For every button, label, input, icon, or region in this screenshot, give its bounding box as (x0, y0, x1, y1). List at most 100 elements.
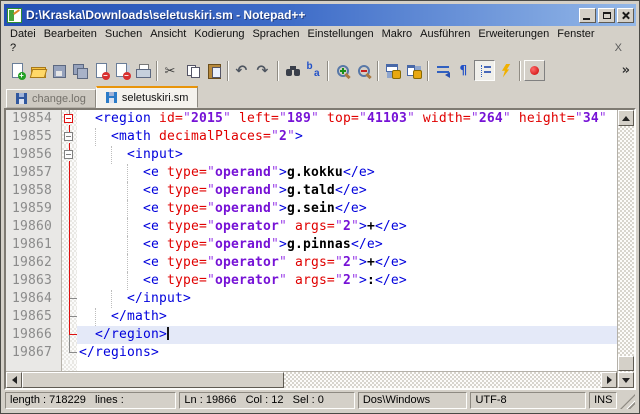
menu-item-einstellungen[interactable]: Einstellungen (304, 28, 378, 40)
horizontal-scroll-thumb[interactable] (22, 372, 284, 388)
menu-item-bearbeiten[interactable]: Bearbeiten (40, 28, 101, 40)
fold-margin[interactable] (62, 200, 77, 218)
code-text[interactable]: </region> (77, 326, 617, 344)
copy-button[interactable] (182, 60, 203, 81)
scroll-left-button[interactable] (6, 372, 22, 388)
indent-guide-button[interactable] (474, 60, 495, 81)
code-line[interactable]: 19867</regions> (6, 344, 617, 362)
code-line[interactable]: 19865 </math> (6, 308, 617, 326)
horizontal-scrollbar[interactable] (6, 371, 617, 388)
code-line[interactable]: 19862 <e type="operator" args="2">+</e> (6, 254, 617, 272)
code-text[interactable]: <math decimalPlaces="2"> (77, 128, 617, 146)
menu-item-help[interactable]: ? (6, 42, 20, 54)
code-text[interactable]: <region id="2015" left="189" top="41103"… (77, 110, 617, 128)
menu-item-erweiterungen[interactable]: Erweiterungen (474, 28, 553, 40)
print-button[interactable] (132, 60, 153, 81)
fold-margin[interactable] (62, 164, 77, 182)
code-line[interactable]: 19854 <region id="2015" left="189" top="… (6, 110, 617, 128)
code-text[interactable]: <e type="operator" args="2">:</e> (77, 272, 617, 290)
replace-button[interactable] (303, 60, 324, 81)
fold-margin[interactable] (62, 290, 77, 308)
code-text[interactable]: <e type="operand">g.sein</e> (77, 200, 617, 218)
fold-margin[interactable] (62, 344, 77, 362)
fold-margin[interactable] (62, 326, 77, 344)
menu-item-suchen[interactable]: Suchen (101, 28, 146, 40)
horizontal-scroll-track[interactable] (284, 372, 601, 388)
maximize-button[interactable] (598, 8, 615, 23)
menu-item-fenster[interactable]: Fenster (553, 28, 598, 40)
zoom-in-button[interactable] (332, 60, 353, 81)
word-wrap-button[interactable] (432, 60, 453, 81)
tab-seletuskiri-sm[interactable]: seletuskiri.sm (96, 86, 199, 108)
sync-vertical-button[interactable] (382, 60, 403, 81)
vertical-scroll-track[interactable] (618, 126, 634, 372)
code-line[interactable]: 19863 <e type="operator" args="2">:</e> (6, 272, 617, 290)
status-insert-mode: INS (589, 392, 617, 409)
code-text[interactable]: </math> (77, 308, 617, 326)
tab-bar: change.logseletuskiri.sm (4, 86, 636, 108)
cut-button[interactable] (161, 60, 182, 81)
code-text[interactable]: <e type="operand">g.tald</e> (77, 182, 617, 200)
menubar-close-icon[interactable]: X (615, 42, 634, 54)
code-line[interactable]: 19855 <math decimalPlaces="2"> (6, 128, 617, 146)
resize-grip-icon[interactable] (620, 394, 635, 409)
vertical-scroll-thumb[interactable] (618, 356, 634, 371)
macro-record-button[interactable] (524, 60, 545, 81)
code-text[interactable]: <input> (77, 146, 617, 164)
code-text[interactable]: <e type="operator" args="2">+</e> (77, 218, 617, 236)
code-line[interactable]: 19857 <e type="operand">g.kokku</e> (6, 164, 617, 182)
save-all-button[interactable] (69, 60, 90, 81)
menu-item-sprachen[interactable]: Sprachen (248, 28, 303, 40)
code-pane[interactable]: 19854 <region id="2015" left="189" top="… (6, 110, 617, 371)
title-bar[interactable]: D:\Kraska\Downloads\seletuskiri.sm - Not… (4, 4, 636, 26)
function-list-button[interactable] (495, 60, 516, 81)
redo-button[interactable] (253, 60, 274, 81)
menu-item-datei[interactable]: Datei (6, 28, 40, 40)
fold-margin[interactable] (62, 182, 77, 200)
code-text[interactable]: </input> (77, 290, 617, 308)
code-line[interactable]: 19856 <input> (6, 146, 617, 164)
find-button[interactable] (282, 60, 303, 81)
menu-item-kodierung[interactable]: Kodierung (190, 28, 248, 40)
vertical-scrollbar[interactable] (617, 110, 634, 388)
scroll-right-button[interactable] (601, 372, 617, 388)
fold-margin[interactable] (62, 236, 77, 254)
undo-button[interactable] (232, 60, 253, 81)
open-file-button[interactable] (27, 60, 48, 81)
close-all-button[interactable] (111, 60, 132, 81)
code-line[interactable]: 19861 <e type="operand">g.pinnas</e> (6, 236, 617, 254)
fold-margin[interactable] (62, 308, 77, 326)
close-button[interactable] (617, 8, 634, 23)
code-line[interactable]: 19864 </input> (6, 290, 617, 308)
code-text[interactable]: <e type="operand">g.kokku</e> (77, 164, 617, 182)
save-file-button[interactable] (48, 60, 69, 81)
scroll-down-button[interactable] (618, 372, 634, 388)
close-file-button[interactable] (90, 60, 111, 81)
code-line[interactable]: 19858 <e type="operand">g.tald</e> (6, 182, 617, 200)
code-text[interactable]: </regions> (77, 344, 617, 362)
toolbar-overflow-chevron-icon[interactable]: » (622, 64, 632, 77)
fold-margin[interactable] (62, 272, 77, 290)
new-file-button[interactable] (6, 60, 27, 81)
menu-item-ansicht[interactable]: Ansicht (146, 28, 190, 40)
minimize-button[interactable] (579, 8, 596, 23)
code-line[interactable]: 19859 <e type="operand">g.sein</e> (6, 200, 617, 218)
paste-button[interactable] (203, 60, 224, 81)
sync-horizontal-button[interactable] (403, 60, 424, 81)
tab-change-log[interactable]: change.log (6, 89, 96, 108)
fold-margin[interactable] (62, 128, 77, 146)
fold-margin[interactable] (62, 146, 77, 164)
fold-margin[interactable] (62, 218, 77, 236)
show-all-chars-button[interactable] (453, 60, 474, 81)
menu-item-makro[interactable]: Makro (378, 28, 417, 40)
code-line[interactable]: 19866 </region> (6, 326, 617, 344)
code-text[interactable]: <e type="operand">g.pinnas</e> (77, 236, 617, 254)
code-text[interactable]: <e type="operator" args="2">+</e> (77, 254, 617, 272)
menu-item-ausfhren[interactable]: Ausführen (416, 28, 474, 40)
status-encoding: UTF-8 (470, 392, 586, 409)
zoom-out-button[interactable] (353, 60, 374, 81)
fold-margin[interactable] (62, 110, 77, 128)
code-line[interactable]: 19860 <e type="operator" args="2">+</e> (6, 218, 617, 236)
fold-margin[interactable] (62, 254, 77, 272)
scroll-up-button[interactable] (618, 110, 634, 126)
